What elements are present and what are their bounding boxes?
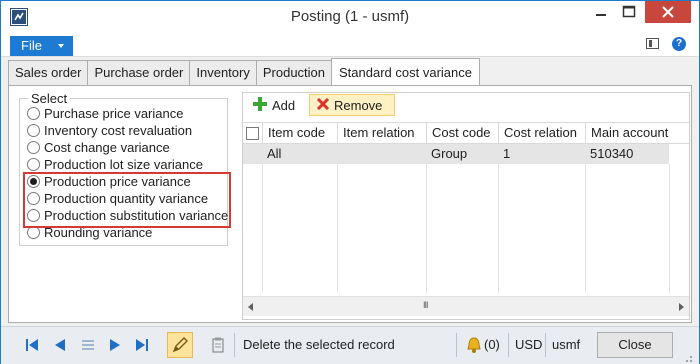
tab-inventory[interactable]: Inventory <box>189 60 257 85</box>
column-divider <box>426 164 427 293</box>
column-divider <box>585 164 586 293</box>
annotation-highlight-box <box>23 172 231 228</box>
attachment-icon[interactable] <box>211 337 225 356</box>
status-bar: Delete the selected record (0) USD usmf … <box>1 326 699 364</box>
column-divider <box>262 164 263 293</box>
radio-label: Production lot size variance <box>44 157 203 172</box>
column-divider <box>669 164 670 293</box>
column-header-item-relation[interactable]: Item relation <box>337 123 426 144</box>
status-separator <box>545 333 546 357</box>
currency-indicator: USD <box>515 337 543 352</box>
tab-sales-order[interactable]: Sales order <box>8 60 89 85</box>
column-header-main-account[interactable]: Main account <box>585 123 689 144</box>
pencil-icon <box>172 337 188 353</box>
status-separator <box>234 333 235 357</box>
delete-x-icon <box>316 97 330 114</box>
file-menu-button[interactable]: File <box>10 36 73 56</box>
status-separator <box>508 333 509 357</box>
tab-strip: Sales order Purchase order Inventory Pro… <box>8 58 480 85</box>
notification-bell-icon[interactable] <box>465 336 483 357</box>
radio-label: Cost change variance <box>44 140 170 155</box>
scroll-left-icon[interactable] <box>248 303 253 311</box>
radio-production-lot-size-variance[interactable]: Production lot size variance <box>27 156 203 173</box>
tab-standard-cost-variance[interactable]: Standard cost variance <box>331 58 480 85</box>
add-button[interactable]: Add <box>252 96 295 115</box>
grid-toolbar: Add Remove <box>243 93 689 117</box>
layout-icon[interactable] <box>646 38 659 49</box>
edit-mode-button[interactable] <box>167 332 193 358</box>
plus-icon <box>252 96 268 115</box>
title-bar: Posting (1 - usmf) <box>1 1 699 33</box>
cell-main-account[interactable]: 510340 <box>585 144 633 164</box>
tab-production[interactable]: Production <box>255 60 333 85</box>
select-all-checkbox[interactable] <box>246 127 259 140</box>
remove-button[interactable]: Remove <box>309 94 395 116</box>
status-separator <box>456 333 457 357</box>
column-header-cost-code[interactable]: Cost code <box>426 123 498 144</box>
tab-purchase-order[interactable]: Purchase order <box>87 60 191 85</box>
radio-button[interactable] <box>27 107 40 120</box>
column-header-item-code[interactable]: Item code <box>262 123 337 144</box>
grid-view-icon[interactable] <box>81 338 95 355</box>
minimize-button[interactable] <box>587 1 615 23</box>
radio-button[interactable] <box>27 141 40 154</box>
company-indicator: usmf <box>552 337 581 352</box>
grid-panel: Add Remove Item code Item relation Cost … <box>242 92 690 320</box>
grid-header: Item code Item relation Cost code Cost r… <box>243 122 689 144</box>
radio-cost-change-variance[interactable]: Cost change variance <box>27 139 170 156</box>
column-divider <box>337 164 338 293</box>
tab-panel: Select Purchase price variance Inventory… <box>8 85 692 323</box>
radio-button[interactable] <box>27 158 40 171</box>
notification-count: (0) <box>484 337 500 352</box>
cell-cost-code[interactable]: Group <box>426 144 467 164</box>
radio-label: Inventory cost revaluation <box>44 123 193 138</box>
help-icon[interactable]: ? <box>672 37 686 51</box>
first-record-icon[interactable] <box>25 338 39 355</box>
radio-label: Purchase price variance <box>44 106 184 121</box>
close-button[interactable]: Close <box>597 332 673 358</box>
menu-bar: File <box>1 33 699 57</box>
scroll-right-icon[interactable] <box>679 303 684 311</box>
horizontal-scrollbar[interactable]: III <box>243 296 689 316</box>
scroll-grip-icon: III <box>423 300 428 310</box>
maximize-button[interactable] <box>615 1 643 23</box>
radio-purchase-price-variance[interactable]: Purchase price variance <box>27 105 183 122</box>
close-window-button[interactable] <box>645 1 691 23</box>
file-menu-label: File <box>21 38 42 53</box>
select-group-label: Select <box>28 91 71 106</box>
last-record-icon[interactable] <box>135 338 149 355</box>
scrollbar-thumb[interactable] <box>279 300 653 313</box>
table-row[interactable]: All Group 1 510340 <box>243 144 669 164</box>
cell-cost-relation[interactable]: 1 <box>498 144 510 164</box>
cell-item-relation[interactable] <box>337 144 342 164</box>
posting-window: Posting (1 - usmf) File ? Sales order Pu… <box>0 0 700 364</box>
radio-inventory-cost-revaluation[interactable]: Inventory cost revaluation <box>27 122 192 139</box>
status-message: Delete the selected record <box>243 337 395 352</box>
add-label: Add <box>272 98 296 113</box>
column-header-cost-relation[interactable]: Cost relation <box>498 123 585 144</box>
chevron-down-icon <box>58 44 64 48</box>
next-record-icon[interactable] <box>108 338 122 355</box>
remove-label: Remove <box>334 97 383 113</box>
resize-grip-icon[interactable] <box>683 351 693 362</box>
cell-item-code[interactable]: All <box>262 144 281 164</box>
column-divider <box>498 164 499 293</box>
previous-record-icon[interactable] <box>53 338 67 355</box>
radio-button[interactable] <box>27 124 40 137</box>
